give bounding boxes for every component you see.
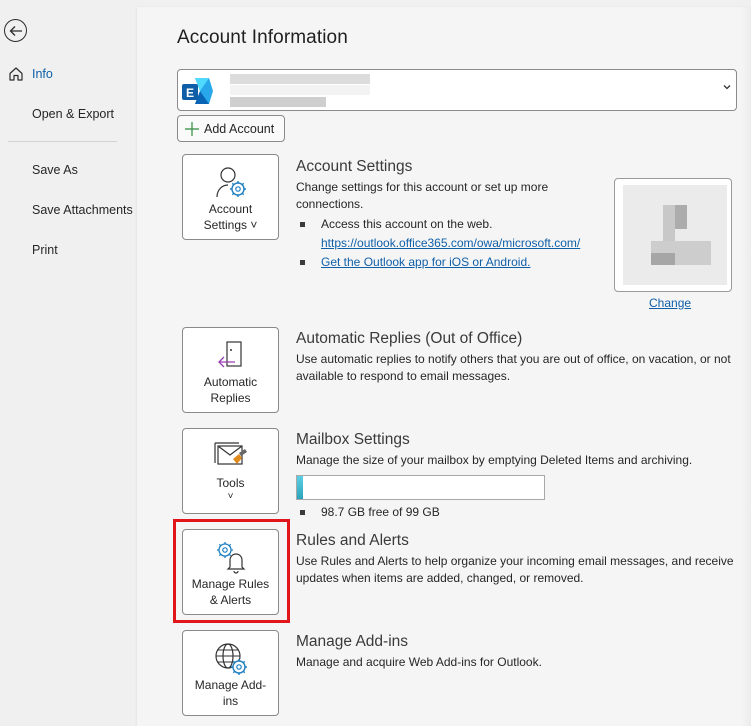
arrow-left-icon xyxy=(9,25,22,36)
section-description: Use Rules and Alerts to help organize yo… xyxy=(296,554,734,585)
change-photo-link[interactable]: Change xyxy=(649,296,691,310)
sidebar-divider xyxy=(8,141,117,142)
section-description: Change settings for this account or set … xyxy=(296,180,549,211)
tile-label: Account Settings ˅ xyxy=(203,202,258,232)
account-settings-button[interactable]: Account Settings ˅ xyxy=(182,154,279,240)
sidebar-item-label: Print xyxy=(32,243,58,257)
quota-text-item: 98.7 GB free of 99 GB xyxy=(296,503,596,522)
section-title: Automatic Replies (Out of Office) xyxy=(296,330,523,347)
exchange-icon: E xyxy=(182,78,213,104)
add-account-label: Add Account xyxy=(204,121,275,136)
account-info-panel: Account Information E Add Account Accoun… xyxy=(137,7,751,726)
sidebar-item-info[interactable]: Info xyxy=(0,60,137,88)
sidebar-item-print[interactable]: Print xyxy=(0,236,137,264)
tile-label: Automatic Replies xyxy=(203,375,258,405)
sidebar-item-label: Save Attachments xyxy=(32,203,133,217)
manage-add-ins-section: Manage Add-ins Manage and acquire Web Ad… xyxy=(296,632,736,671)
quota-fill xyxy=(297,476,304,499)
section-title: Mailbox Settings xyxy=(296,431,410,448)
mailbox-settings-section: Mailbox Settings Manage the size of your… xyxy=(296,430,736,519)
mailbox-quota-bar xyxy=(296,475,545,500)
gear-bell-icon xyxy=(217,542,246,574)
chevron-down-icon: ˅ xyxy=(227,491,234,502)
automatic-replies-section: Automatic Replies (Out of Office) Use au… xyxy=(296,329,736,385)
globe-gear-icon xyxy=(215,643,247,675)
manage-add-ins-button[interactable]: Manage Add-ins xyxy=(182,630,279,716)
sidebar-item-label: Open & Export xyxy=(32,107,114,121)
sidebar-item-save-as[interactable]: Save As xyxy=(0,156,137,184)
person-gear-icon xyxy=(216,167,246,198)
plus-icon xyxy=(185,122,199,136)
svg-text:E: E xyxy=(186,86,194,100)
page-title: Account Information xyxy=(177,27,348,48)
manage-rules-alerts-button[interactable]: Manage Rules & Alerts xyxy=(182,529,279,615)
section-description: Manage the size of your mailbox by empty… xyxy=(296,453,693,467)
sidebar-item-label: Save As xyxy=(32,163,78,177)
profile-photo[interactable] xyxy=(614,178,732,292)
section-title: Manage Add-ins xyxy=(296,633,409,650)
mobile-app-link[interactable]: Get the Outlook app for iOS or Android. xyxy=(321,255,530,269)
sidebar-item-save-attachments[interactable]: Save Attachments xyxy=(0,196,137,224)
redacted-account-name xyxy=(230,74,370,84)
tile-label: Manage Add-ins xyxy=(194,678,267,708)
automatic-replies-button[interactable]: Automatic Replies xyxy=(182,327,279,413)
section-title: Rules and Alerts xyxy=(296,532,409,549)
redacted-photo xyxy=(623,185,727,285)
section-description: Use automatic replies to notify others t… xyxy=(296,352,731,383)
sidebar-item-label: Info xyxy=(32,67,53,81)
section-description: Manage and acquire Web Add-ins for Outlo… xyxy=(296,655,542,669)
sidebar-item-open-export[interactable]: Open & Export xyxy=(0,100,137,128)
door-arrow-icon xyxy=(218,341,242,368)
tools-button[interactable]: Tools ˅ xyxy=(182,428,279,514)
photo-pixel xyxy=(651,253,675,265)
tile-label: Manage Rules & Alerts xyxy=(191,577,270,607)
photo-pixel xyxy=(675,205,687,229)
back-button[interactable] xyxy=(4,19,27,42)
section-title: Account Settings xyxy=(296,158,413,175)
redacted-account-email xyxy=(230,97,326,107)
backstage-sidebar: Info Open & Export Save As Save Attachme… xyxy=(0,0,137,726)
mailbox-broom-icon xyxy=(214,442,247,465)
panel-edge xyxy=(741,7,751,726)
add-account-button[interactable]: Add Account xyxy=(177,115,285,142)
photo-pixel xyxy=(663,205,675,245)
home-icon xyxy=(9,67,23,81)
chevron-down-icon xyxy=(723,85,731,90)
redacted-account-name xyxy=(230,85,370,95)
rules-alerts-section: Rules and Alerts Use Rules and Alerts to… xyxy=(296,531,736,587)
account-selector[interactable]: E xyxy=(177,69,737,111)
quota-text: 98.7 GB free of 99 GB xyxy=(321,505,440,519)
